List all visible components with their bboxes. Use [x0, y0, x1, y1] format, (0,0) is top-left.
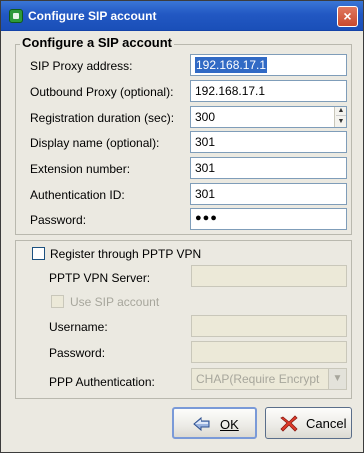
- register-pptp-label: Register through PPTP VPN: [50, 247, 202, 261]
- cancel-x-icon: [280, 415, 298, 432]
- pptp-server-label: PPTP VPN Server:: [49, 271, 151, 285]
- use-sip-account-label: Use SIP account: [70, 295, 160, 309]
- registration-duration-spinner[interactable]: 300 ▲ ▼: [190, 106, 347, 128]
- outbound-proxy-label: Outbound Proxy (optional):: [30, 85, 174, 99]
- sip-proxy-value: 192.168.17.1: [195, 57, 268, 73]
- authentication-id-input[interactable]: 301: [190, 183, 347, 205]
- ppp-auth-value: CHAP(Require Encrypt: [196, 372, 320, 386]
- use-sip-account-checkbox[interactable]: [51, 295, 64, 308]
- cancel-label: Cancel: [306, 416, 347, 431]
- ppp-auth-select[interactable]: CHAP(Require Encrypt ▼: [191, 368, 347, 390]
- duration-spin-buttons: ▲ ▼: [334, 107, 346, 127]
- spin-up-icon[interactable]: ▲: [336, 107, 346, 116]
- configure-sip-dialog: Configure SIP account × Configure a SIP …: [0, 0, 364, 453]
- sip-proxy-label: SIP Proxy address:: [30, 59, 133, 73]
- outbound-proxy-input[interactable]: 192.168.17.1: [190, 80, 347, 102]
- close-button[interactable]: ×: [337, 6, 358, 27]
- ok-arrow-icon: [193, 416, 210, 432]
- registration-duration-label: Registration duration (sec):: [30, 111, 175, 125]
- password-input[interactable]: ●●●: [190, 208, 347, 230]
- vpn-password-label: Password:: [49, 346, 106, 360]
- app-icon: [9, 9, 23, 23]
- display-name-label: Display name (optional):: [30, 136, 160, 150]
- vpn-username-input[interactable]: [191, 315, 347, 337]
- ppp-auth-label: PPP Authentication:: [49, 375, 155, 389]
- pptp-server-input[interactable]: [191, 265, 347, 287]
- ok-label: OK: [220, 417, 239, 432]
- sip-proxy-input[interactable]: 192.168.17.1: [190, 54, 347, 76]
- display-name-input[interactable]: 301: [190, 131, 347, 153]
- password-label: Password:: [30, 213, 87, 227]
- authentication-id-label: Authentication ID:: [30, 188, 125, 202]
- chevron-down-icon[interactable]: ▼: [328, 369, 346, 389]
- extension-number-label: Extension number:: [30, 162, 131, 176]
- window-title: Configure SIP account: [28, 9, 157, 23]
- extension-number-input[interactable]: 301: [190, 157, 347, 179]
- spin-down-icon[interactable]: ▼: [336, 117, 346, 127]
- register-pptp-checkbox[interactable]: [32, 247, 45, 260]
- title-bar[interactable]: Configure SIP account ×: [1, 1, 363, 31]
- ok-button[interactable]: OK: [172, 407, 257, 439]
- sip-account-group-title: Configure a SIP account: [20, 35, 175, 50]
- vpn-username-label: Username:: [49, 320, 108, 334]
- registration-duration-value: 300: [195, 110, 216, 124]
- cancel-button[interactable]: Cancel: [265, 407, 352, 439]
- vpn-password-input[interactable]: [191, 341, 347, 363]
